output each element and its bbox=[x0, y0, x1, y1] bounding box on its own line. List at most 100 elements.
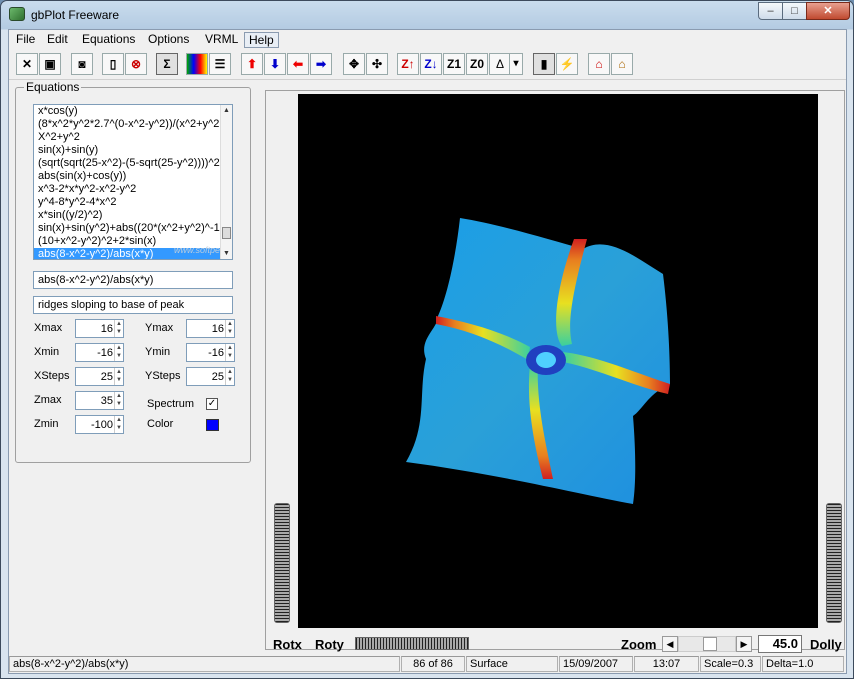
z-up-button[interactable]: Z↑ bbox=[397, 53, 419, 75]
toolbar: ✕ ▣ ◙ ▯ ⊗ Σ ☰ ⬆ ⬇ ⬅ ➡ ✥ ✣ Z↑ Z↓ Z1 Z0 Δ … bbox=[9, 50, 846, 80]
zoom-thumb[interactable] bbox=[703, 637, 717, 651]
rotate-down-button[interactable]: ⬇ bbox=[264, 53, 286, 75]
list-item[interactable]: (sqrt(sqrt(25-x^2)-(5-sqrt(25-y^2))))^2 bbox=[34, 157, 232, 170]
delta-dropdown[interactable]: ▾ bbox=[509, 53, 523, 75]
z-down-button[interactable]: Z↓ bbox=[420, 53, 442, 75]
snapshot-button[interactable]: ◙ bbox=[71, 53, 93, 75]
exit-button[interactable]: ✕ bbox=[16, 53, 38, 75]
status-mode: Surface bbox=[466, 656, 558, 672]
z-down-label: Z↓ bbox=[424, 57, 438, 71]
spin-arrows-icon[interactable]: ▲ ▼ bbox=[114, 392, 123, 409]
plot-canvas[interactable] bbox=[298, 94, 818, 628]
z0-button[interactable]: Z0 bbox=[466, 53, 488, 75]
z1-label: Z1 bbox=[446, 57, 461, 71]
spin-arrows-icon[interactable]: ▲ ▼ bbox=[225, 344, 234, 361]
spin-arrows-icon[interactable]: ▲ ▼ bbox=[225, 368, 234, 385]
menu-equations[interactable]: Equations bbox=[78, 32, 139, 48]
arrow-left-icon: ⬅ bbox=[292, 57, 304, 71]
arrow-right-icon: ➡ bbox=[315, 57, 327, 71]
menu-file[interactable]: File bbox=[12, 32, 39, 48]
arrow-up-icon: ⬆ bbox=[246, 57, 258, 71]
list-item[interactable]: x*sin((y/2)^2) bbox=[34, 209, 232, 222]
xmax-label: Xmax bbox=[34, 322, 63, 334]
list-item[interactable]: x*cos(y) bbox=[34, 105, 232, 118]
spin-arrows-icon[interactable]: ▲ ▼ bbox=[225, 320, 234, 337]
status-time: 13:07 bbox=[634, 656, 699, 672]
contract-button[interactable]: ✣ bbox=[366, 53, 388, 75]
zmin-label: Zmin bbox=[34, 418, 59, 430]
ymax-spinner[interactable]: 16 ▲ ▼ bbox=[186, 319, 235, 338]
spin-arrows-icon[interactable]: ▲ ▼ bbox=[114, 344, 123, 361]
x-icon: ✕ bbox=[21, 57, 33, 71]
xmax-value: 16 bbox=[100, 323, 113, 335]
new-button[interactable]: ▯ bbox=[102, 53, 124, 75]
expand-button[interactable]: ✥ bbox=[343, 53, 365, 75]
dolly-vertical-slider[interactable] bbox=[826, 503, 842, 623]
slider-toggle-button[interactable]: ▮ bbox=[533, 53, 555, 75]
sigma-icon: Σ bbox=[163, 57, 171, 71]
spin-arrows-icon[interactable]: ▲ ▼ bbox=[114, 320, 123, 337]
xmin-spinner[interactable]: -16 ▲ ▼ bbox=[75, 343, 124, 362]
maximize-button[interactable]: □ bbox=[782, 2, 807, 20]
z1-button[interactable]: Z1 bbox=[443, 53, 465, 75]
grid-lines-button[interactable]: ☰ bbox=[209, 53, 231, 75]
delta-button[interactable]: Δ bbox=[489, 53, 511, 75]
scroll-up-icon[interactable]: ▲ bbox=[221, 105, 232, 116]
xmax-spinner[interactable]: 16 ▲ ▼ bbox=[75, 319, 124, 338]
arrow-left-icon: ◀ bbox=[666, 639, 674, 649]
list-item[interactable]: (8*x^2*y^2*2.7^(0-x^2-y^2))/(x^2+y^2 bbox=[34, 118, 232, 131]
contract-icon: ✣ bbox=[371, 57, 383, 71]
zmax-spinner[interactable]: 35 ▲ ▼ bbox=[75, 391, 124, 410]
equations-scrollbar[interactable]: ▲ ▼ bbox=[220, 105, 232, 259]
zoom-label: Zoom bbox=[621, 637, 657, 652]
menu-vrml[interactable]: VRML bbox=[201, 32, 242, 48]
rotx-vertical-slider[interactable] bbox=[274, 503, 290, 623]
list-item[interactable]: X^2+y^2 bbox=[34, 131, 232, 144]
lightning-button[interactable]: ⚡ bbox=[556, 53, 578, 75]
spin-arrows-icon[interactable]: ▲ ▼ bbox=[114, 416, 123, 433]
color-swatch[interactable] bbox=[206, 419, 219, 431]
description-input[interactable]: ridges sloping to base of peak bbox=[33, 296, 233, 314]
list-item[interactable]: sin(x)+sin(y^2)+abs((20*(x^2+y^2)^-1)) bbox=[34, 222, 232, 235]
rotate-up-button[interactable]: ⬆ bbox=[241, 53, 263, 75]
list-item[interactable]: sin(x)+sin(y) bbox=[34, 144, 232, 157]
spin-arrows-icon[interactable]: ▲ ▼ bbox=[114, 368, 123, 385]
menu-edit[interactable]: Edit bbox=[43, 32, 72, 48]
menu-help[interactable]: Help bbox=[244, 32, 279, 48]
list-item[interactable]: abs(sin(x)+cos(y)) bbox=[34, 170, 232, 183]
page-icon: ▯ bbox=[109, 57, 117, 71]
scroll-thumb[interactable] bbox=[222, 227, 231, 239]
house-x-icon: ⌂ bbox=[595, 57, 603, 71]
save-button[interactable]: ▣ bbox=[39, 53, 61, 75]
home-button[interactable]: ⌂ bbox=[611, 53, 633, 75]
app-logo-icon bbox=[9, 7, 25, 21]
equations-list[interactable]: x*cos(y) (8*x^2*y^2*2.7^(0-x^2-y^2))/(x^… bbox=[33, 104, 233, 260]
scroll-down-icon[interactable]: ▼ bbox=[221, 248, 232, 259]
spectrum-label: Spectrum bbox=[147, 398, 195, 410]
close-window-button[interactable]: ✕ bbox=[806, 2, 850, 20]
rotate-right-button[interactable]: ➡ bbox=[310, 53, 332, 75]
ymin-spinner[interactable]: -16 ▲ ▼ bbox=[186, 343, 235, 362]
zoom-value[interactable]: 45.0 bbox=[758, 635, 802, 653]
list-item[interactable]: y^4-8*y^2-4*x^2 bbox=[34, 196, 232, 209]
roty-label: Roty bbox=[315, 637, 344, 652]
menu-options[interactable]: Options bbox=[144, 32, 193, 48]
zmin-spinner[interactable]: -100 ▲ ▼ bbox=[75, 415, 124, 434]
ysteps-spinner[interactable]: 25 ▲ ▼ bbox=[186, 367, 235, 386]
spectrum-checkbox[interactable]: ✓ bbox=[206, 398, 218, 410]
zoom-track[interactable] bbox=[678, 636, 736, 652]
xsteps-spinner[interactable]: 25 ▲ ▼ bbox=[75, 367, 124, 386]
delete-button[interactable]: ⊗ bbox=[125, 53, 147, 75]
zoom-right-button[interactable]: ▶ bbox=[736, 636, 752, 652]
spectrum-button[interactable] bbox=[186, 53, 208, 75]
zoom-left-button[interactable]: ◀ bbox=[662, 636, 678, 652]
zmin-value: -100 bbox=[90, 419, 113, 431]
app-window: gbPlot Freeware – □ ✕ File Edit Equation… bbox=[0, 0, 854, 679]
list-item[interactable]: x^3-2*x*y^2-x^2-y^2 bbox=[34, 183, 232, 196]
rotate-left-button[interactable]: ⬅ bbox=[287, 53, 309, 75]
roty-slider[interactable] bbox=[355, 637, 469, 650]
minimize-button[interactable]: – bbox=[758, 2, 783, 20]
home-reset-button[interactable]: ⌂ bbox=[588, 53, 610, 75]
formula-input[interactable]: abs(8-x^2-y^2)/abs(x*y) bbox=[33, 271, 233, 289]
sigma-button[interactable]: Σ bbox=[156, 53, 178, 75]
